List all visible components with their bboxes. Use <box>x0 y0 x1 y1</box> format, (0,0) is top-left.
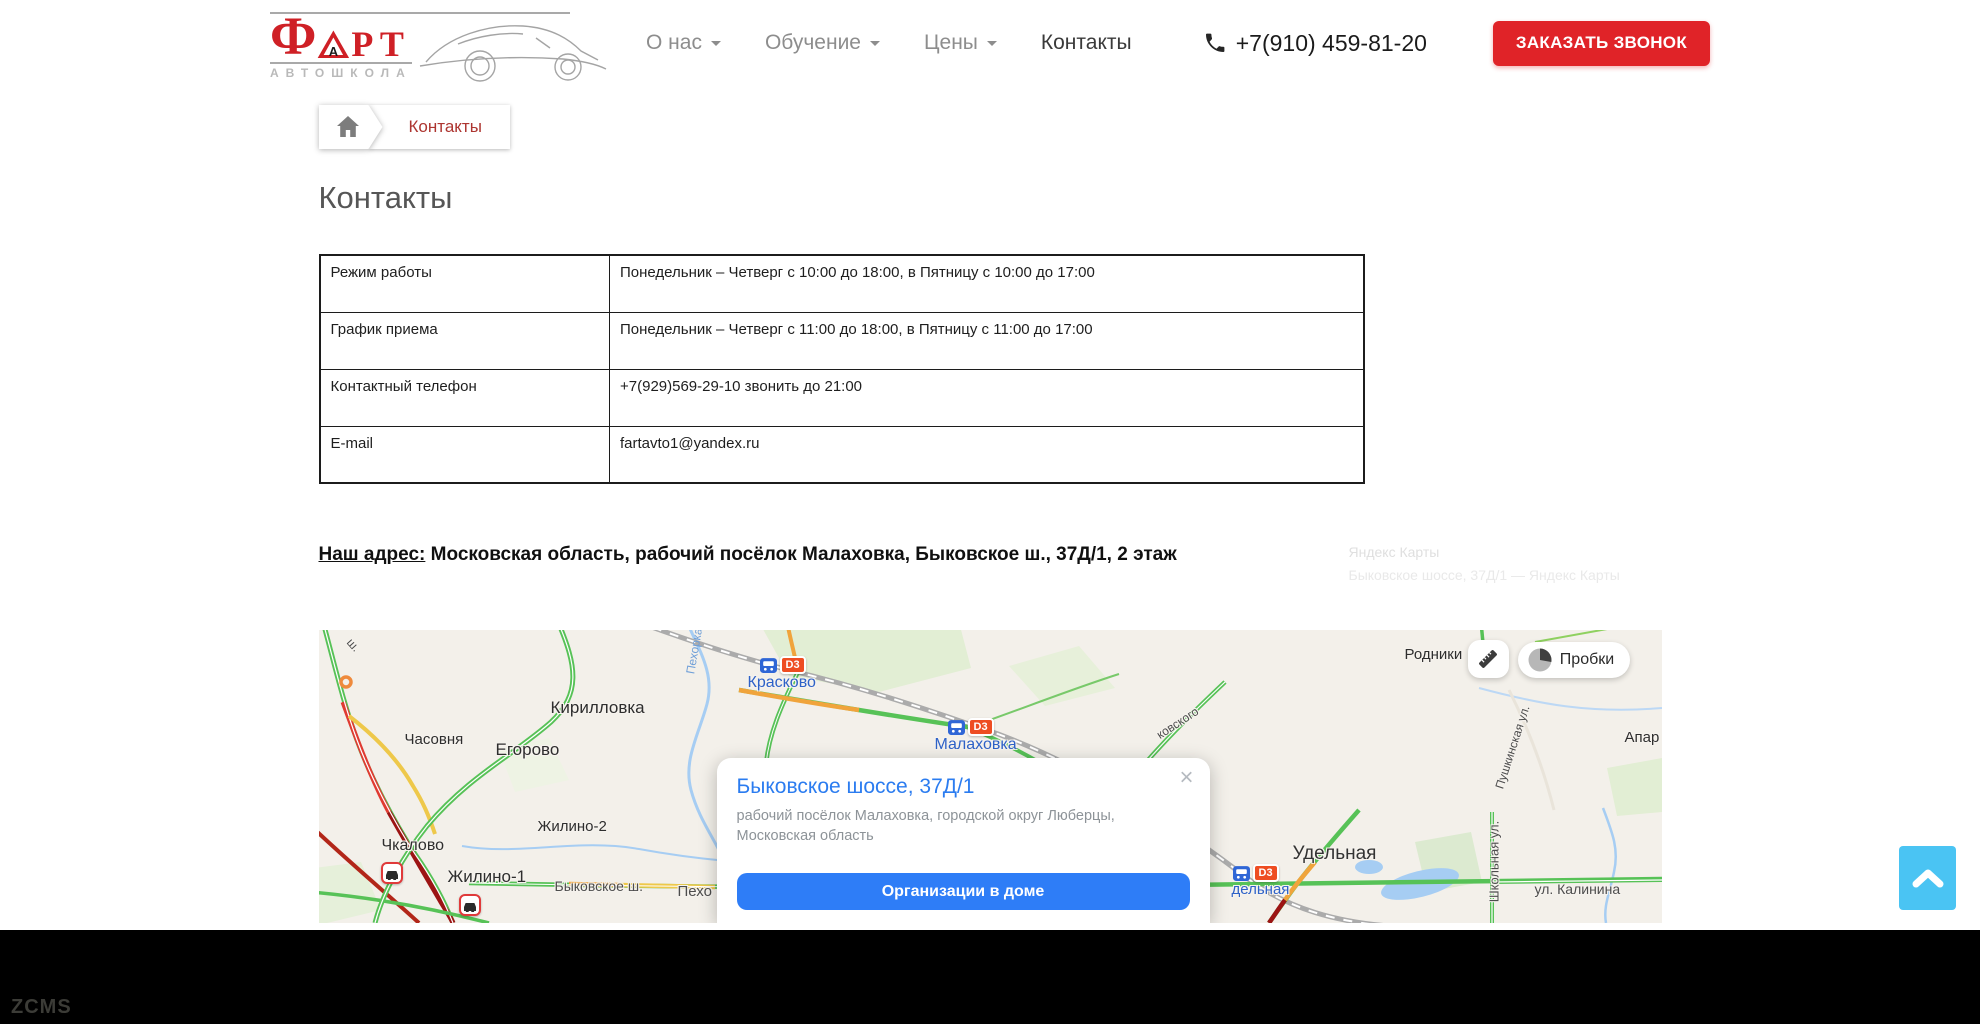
map-station-label: Малаховка <box>935 736 1017 754</box>
map-town-label: Жилино-1 <box>448 867 527 887</box>
order-call-button[interactable]: ЗАКАЗАТЬ ЗВОНОК <box>1493 21 1710 66</box>
station-malakhovka: D3 <box>948 718 994 736</box>
balloon-subtitle: рабочий посёлок Малаховка, городской окр… <box>737 807 1177 846</box>
nav-item-prices[interactable]: Цены <box>924 31 997 55</box>
logo-divider <box>270 12 570 14</box>
table-row: Контактный телефон +7(929)569-29-10 звон… <box>320 369 1364 426</box>
car-sketch-icon <box>418 18 608 84</box>
map-town-label: Егорово <box>496 740 560 760</box>
traffic-toggle[interactable]: Пробки <box>1518 642 1630 678</box>
home-icon <box>336 116 360 138</box>
map-town-label: Чкалово <box>382 837 445 855</box>
traffic-circle-icon <box>1527 647 1553 673</box>
ruler-button[interactable] <box>1468 640 1509 678</box>
row-value: fartavto1@yandex.ru <box>610 426 1364 483</box>
table-row: Режим работы Понедельник – Четверг с 10:… <box>320 255 1364 312</box>
station-udelnaya: D3 <box>1233 864 1279 882</box>
address-label: Наш адрес: <box>319 544 426 565</box>
d3-line-badge: D3 <box>1253 864 1279 882</box>
table-row: График приема Понедельник – Четверг с 11… <box>320 312 1364 369</box>
contact-info-table: Режим работы Понедельник – Четверг с 10:… <box>319 254 1365 484</box>
nav-item-training[interactable]: Обучение <box>765 31 880 55</box>
site-header: Ф А РТ АВТОШКОЛА О нас <box>0 0 1980 86</box>
row-value: Понедельник – Четверг с 11:00 до 18:00, … <box>610 312 1364 369</box>
breadcrumb: Контакты <box>319 105 1662 149</box>
row-label: Режим работы <box>320 255 610 312</box>
traffic-label: Пробки <box>1560 651 1614 669</box>
breadcrumb-home[interactable] <box>319 105 383 149</box>
logo-text: Ф А РТ АВТОШКОЛА <box>270 14 412 81</box>
map-attribution: Яндекс Карты Быковское шоссе, 37Д/1 — Ян… <box>1349 544 1620 583</box>
phone-icon <box>1203 31 1227 55</box>
organizations-button[interactable]: Организации в доме <box>737 873 1190 910</box>
table-row: E-mail fartavto1@yandex.ru <box>320 426 1364 483</box>
row-value: +7(929)569-29-10 звонить до 21:00 <box>610 369 1364 426</box>
map-balloon: × Быковское шоссе, 37Д/1 рабочий посёлок… <box>717 758 1210 923</box>
station-kraskovo: D3 <box>760 656 806 674</box>
nav-item-contacts[interactable]: Контакты <box>1041 31 1132 55</box>
train-icon <box>760 658 777 673</box>
site-footer: ZCMS <box>0 930 1980 1024</box>
map-street-label: Пехо <box>678 883 712 900</box>
row-label: График приема <box>320 312 610 369</box>
row-value: Понедельник – Четверг с 10:00 до 18:00, … <box>610 255 1364 312</box>
phone-number: +7(910) 459-81-20 <box>1236 30 1427 57</box>
train-icon <box>948 720 965 735</box>
close-icon[interactable]: × <box>1179 766 1193 790</box>
address-value: Московская область, рабочий посёлок Мала… <box>431 544 1177 565</box>
map-station-label: дельная <box>1232 881 1290 898</box>
map-town-label: Удельная <box>1293 843 1377 865</box>
ruler-icon <box>1477 648 1499 670</box>
driving-triangle-icon: А <box>317 30 349 58</box>
scroll-to-top-button[interactable] <box>1899 846 1956 910</box>
yandex-map[interactable]: Кирилловка Часовня Егорово Чкалово Жилин… <box>319 630 1662 923</box>
balloon-title[interactable]: Быковское шоссе, 37Д/1 <box>737 775 1190 799</box>
cms-credit[interactable]: ZCMS <box>11 996 72 1019</box>
map-street-label: ул. Калинина <box>1535 881 1621 897</box>
d3-line-badge: D3 <box>780 656 806 674</box>
map-street-label: Быковское ш. <box>555 878 643 894</box>
map-street-label: Школьная ул. <box>1486 821 1501 903</box>
map-station-label: Красково <box>748 674 816 692</box>
map-town-label: Апар <box>1625 729 1660 746</box>
nav-item-about[interactable]: О нас <box>646 31 721 55</box>
logo[interactable]: Ф А РТ АВТОШКОЛА <box>270 6 622 81</box>
chevron-down-icon <box>870 41 880 51</box>
header-phone[interactable]: +7(910) 459-81-20 <box>1203 30 1427 57</box>
map-town-label: Часовня <box>405 731 464 748</box>
map-town-label: Жилино-2 <box>538 818 607 835</box>
d3-line-badge: D3 <box>968 718 994 736</box>
main-nav: О нас Обучение Цены Контакты <box>646 31 1132 55</box>
map-town-label: Родники <box>1405 646 1463 663</box>
breadcrumb-current[interactable]: Контакты <box>369 105 510 149</box>
row-label: Контактный телефон <box>320 369 610 426</box>
page-title: Контакты <box>319 180 1662 216</box>
train-icon <box>1233 866 1250 881</box>
logo-letters-rt: РТ <box>351 29 409 60</box>
road-accident-icon <box>459 894 481 916</box>
logo-letter-f: Ф <box>270 14 316 60</box>
map-town-label: Кирилловка <box>551 698 645 718</box>
chevron-up-icon <box>1910 867 1946 889</box>
chevron-down-icon <box>711 41 721 51</box>
row-label: E-mail <box>320 426 610 483</box>
road-accident-icon <box>381 862 403 884</box>
chevron-down-icon <box>987 41 997 51</box>
